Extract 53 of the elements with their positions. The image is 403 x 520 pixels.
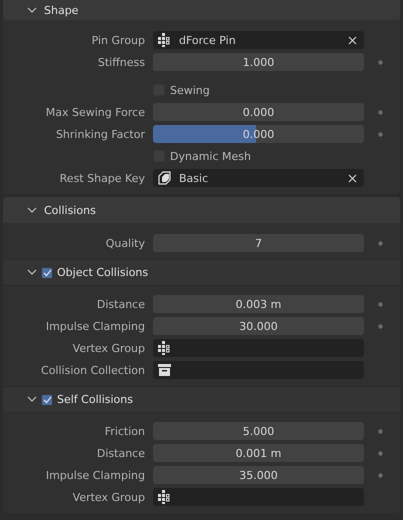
subpanel-header[interactable]: Self Collisions [3,386,400,413]
subpanel-header[interactable]: Object Collisions [3,259,400,286]
keyframe-dot-icon [378,472,382,478]
search-field[interactable]: dForce Pin [153,31,364,49]
field-label: Impulse Clamping [44,468,146,482]
number-field[interactable]: 0.003 m [153,295,364,313]
field-label: Collision Collection [40,364,146,376]
checkbox[interactable] [41,394,53,406]
clear-icon [348,36,357,44]
field-label: Distance [96,446,146,460]
field-label: Rest Shape Key [58,172,146,184]
checkbox[interactable] [41,266,53,278]
field-label: Stiffness [96,56,146,68]
collection-icon [158,363,171,377]
field-label: Shrinking Factor [54,128,146,140]
keyframe-dot-icon [378,132,382,136]
field-label: Max Sewing Force [44,106,146,118]
number-field[interactable]: 5.000 [153,422,364,440]
number-field[interactable]: 7 [153,234,364,252]
clear-icon [348,174,357,182]
search-field[interactable] [153,361,364,379]
vertex-group-icon [158,33,171,47]
panel-header[interactable]: Collisions [3,197,400,223]
number-field[interactable]: 30.000 [153,317,364,335]
keyframe-dot-icon [378,240,382,246]
field-label: Vertex Group [72,490,146,504]
vertex-group-icon [158,341,171,355]
panel-header[interactable]: Shape [3,0,400,20]
keyframe-dot-icon [378,428,382,434]
shape-key-icon [158,171,171,185]
keyframe-dot-icon [378,324,382,328]
search-field[interactable] [153,488,364,506]
keyframe-dot-icon [378,450,382,456]
field-label: Distance [96,298,146,310]
field-label: Impulse Clamping [44,320,146,332]
number-field[interactable]: 35.000 [153,466,364,484]
checkbox-label: Dynamic Mesh [170,150,251,162]
number-field[interactable]: 0.001 m [153,444,364,462]
check-icon [42,268,52,276]
keyframe-dot-icon [378,302,382,306]
keyframe-dot-icon [378,60,382,64]
number-field[interactable]: 1.000 [153,53,364,71]
field-label: Pin Group [90,34,146,46]
field-label: Quality [104,236,146,250]
field-label: Vertex Group [72,342,146,354]
check-icon [42,396,52,404]
keyframe-dot-icon [378,110,382,114]
checkbox-label: Sewing [170,84,210,96]
field-label: Friction [104,424,146,438]
search-field[interactable]: Basic [153,169,364,187]
vertex-group-icon [158,490,171,504]
number-field[interactable]: 0.000 [153,103,364,121]
search-field[interactable] [153,339,364,357]
